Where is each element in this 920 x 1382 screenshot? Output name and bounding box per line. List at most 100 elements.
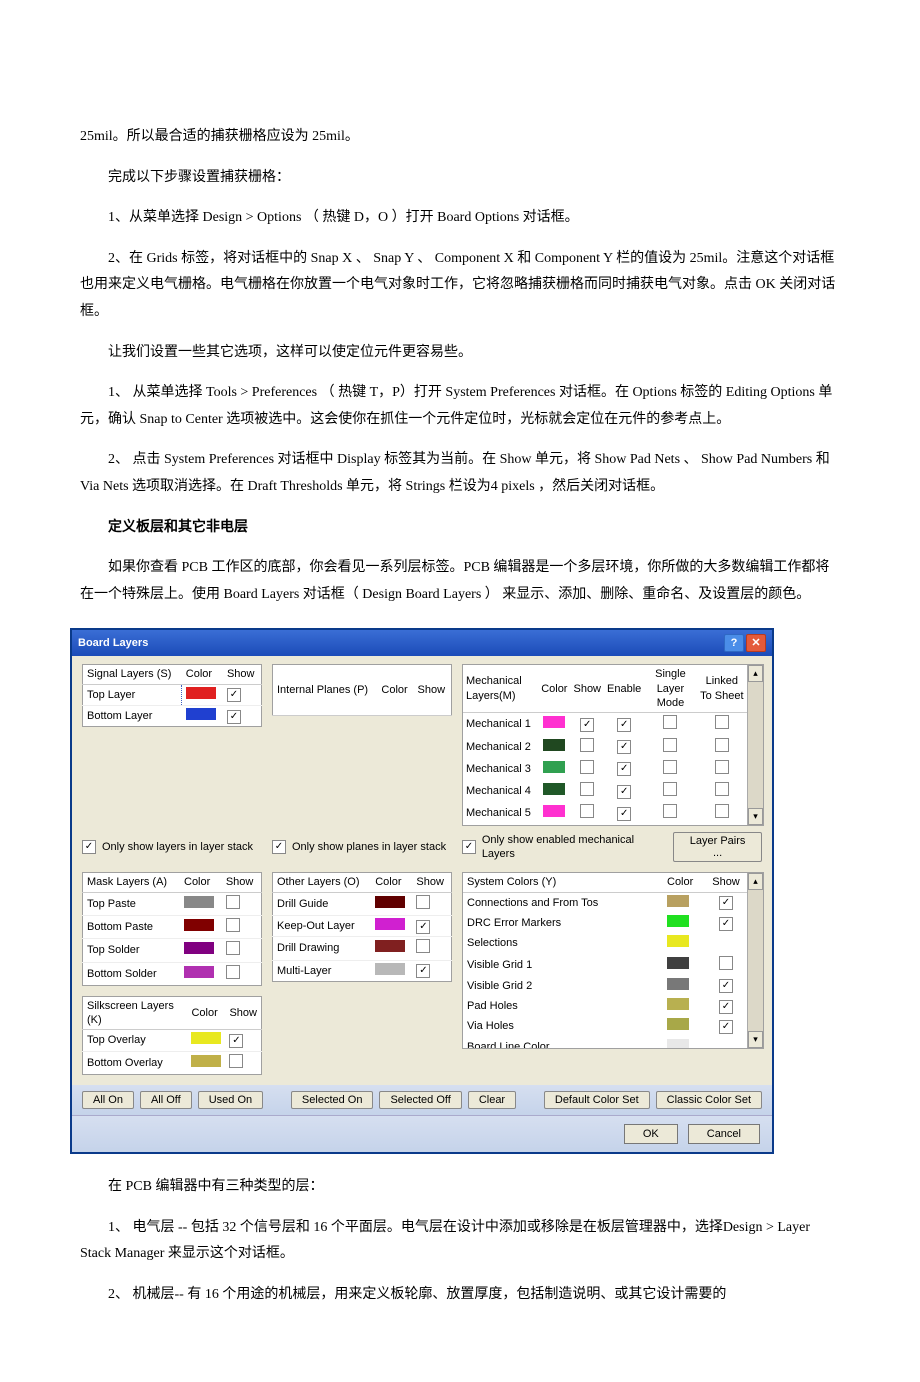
table-row: Drill Drawing xyxy=(273,937,452,960)
clear-button[interactable]: Clear xyxy=(468,1091,516,1109)
other-layers-table[interactable]: Other Layers (O)ColorShow Drill Guide Ke… xyxy=(272,872,452,981)
checkbox[interactable] xyxy=(580,782,594,796)
color-swatch[interactable] xyxy=(184,942,214,954)
classic-color-set-button[interactable]: Classic Color Set xyxy=(656,1091,762,1109)
checkbox[interactable] xyxy=(715,760,729,774)
color-swatch[interactable] xyxy=(667,1018,689,1030)
layer-pairs-button[interactable]: Layer Pairs ... xyxy=(673,832,762,862)
color-swatch[interactable] xyxy=(667,978,689,990)
all-off-button[interactable]: All Off xyxy=(140,1091,192,1109)
checkbox[interactable] xyxy=(719,956,733,970)
checkbox[interactable] xyxy=(226,941,240,955)
table-row: Bottom Paste xyxy=(83,915,262,938)
table-row: Selections xyxy=(463,933,747,953)
checkbox[interactable] xyxy=(416,964,430,978)
checkbox[interactable] xyxy=(719,1020,733,1034)
checkbox[interactable] xyxy=(462,840,476,854)
checkbox[interactable] xyxy=(82,840,96,854)
color-swatch[interactable] xyxy=(667,1039,689,1050)
scroll-up-button[interactable]: ▴ xyxy=(748,873,763,890)
color-swatch[interactable] xyxy=(375,918,405,930)
checkbox[interactable] xyxy=(580,804,594,818)
checkbox[interactable] xyxy=(719,979,733,993)
checkbox[interactable] xyxy=(227,688,241,702)
color-swatch[interactable] xyxy=(667,998,689,1010)
default-color-set-button[interactable]: Default Color Set xyxy=(544,1091,650,1109)
scrollbar[interactable]: ▴ ▾ xyxy=(747,665,763,825)
checkbox[interactable] xyxy=(715,804,729,818)
checkbox[interactable] xyxy=(719,896,733,910)
scrollbar[interactable]: ▴ ▾ xyxy=(747,873,763,1048)
all-on-button[interactable]: All On xyxy=(82,1091,134,1109)
color-swatch[interactable] xyxy=(184,896,214,908)
color-swatch[interactable] xyxy=(667,895,689,907)
checkbox[interactable] xyxy=(719,917,733,931)
color-swatch[interactable] xyxy=(667,915,689,927)
checkbox[interactable] xyxy=(229,1034,243,1048)
checkbox[interactable] xyxy=(580,718,594,732)
checkbox[interactable] xyxy=(226,965,240,979)
checkbox[interactable] xyxy=(617,807,631,821)
silkscreen-layers-table[interactable]: Silkscreen Layers (K)ColorShow Top Overl… xyxy=(82,996,262,1075)
table-row: Visible Grid 1 xyxy=(463,954,747,976)
color-swatch[interactable] xyxy=(543,739,565,751)
titlebar-help-button[interactable]: ? xyxy=(724,634,744,652)
checkbox[interactable] xyxy=(663,715,677,729)
checkbox[interactable] xyxy=(719,1000,733,1014)
internal-planes-table[interactable]: Internal Planes (P)ColorShow xyxy=(272,664,452,716)
color-swatch[interactable] xyxy=(667,935,689,947)
mask-layers-table[interactable]: Mask Layers (A)ColorShow Top Paste Botto… xyxy=(82,872,262,985)
color-swatch[interactable] xyxy=(186,687,216,699)
color-swatch[interactable] xyxy=(543,783,565,795)
checkbox[interactable] xyxy=(226,918,240,932)
table-row: Top Solder xyxy=(83,939,262,962)
dialog-titlebar[interactable]: Board Layers ? ✕ xyxy=(72,630,772,656)
checkbox[interactable] xyxy=(715,782,729,796)
color-swatch[interactable] xyxy=(375,940,405,952)
color-swatch[interactable] xyxy=(184,919,214,931)
color-swatch[interactable] xyxy=(667,957,689,969)
signal-layers-table[interactable]: Signal Layers (S)ColorShow Top Layer Bot… xyxy=(82,664,262,727)
checkbox[interactable] xyxy=(715,715,729,729)
color-swatch[interactable] xyxy=(543,761,565,773)
checkbox[interactable] xyxy=(580,738,594,752)
color-swatch[interactable] xyxy=(184,966,214,978)
checkbox[interactable] xyxy=(226,895,240,909)
used-on-button[interactable]: Used On xyxy=(198,1091,263,1109)
color-swatch[interactable] xyxy=(375,896,405,908)
system-colors-panel[interactable]: System Colors (Y)ColorShow Connections a… xyxy=(462,872,764,1049)
checkbox[interactable] xyxy=(617,785,631,799)
checkbox[interactable] xyxy=(416,939,430,953)
para-5: 让我们设置一些其它选项，这样可以使定位元件更容易些。 xyxy=(80,340,840,367)
color-swatch[interactable] xyxy=(375,963,405,975)
checkbox[interactable] xyxy=(272,840,286,854)
mechanical-layers-panel[interactable]: Mechanical Layers(M) Color Show Enable S… xyxy=(462,664,764,826)
selected-on-button[interactable]: Selected On xyxy=(291,1091,374,1109)
cancel-button[interactable]: Cancel xyxy=(688,1124,760,1144)
color-swatch[interactable] xyxy=(191,1055,221,1067)
checkbox[interactable] xyxy=(617,762,631,776)
scroll-up-button[interactable]: ▴ xyxy=(748,665,763,682)
checkbox[interactable] xyxy=(663,782,677,796)
checkbox[interactable] xyxy=(580,760,594,774)
checkbox[interactable] xyxy=(229,1054,243,1068)
color-swatch[interactable] xyxy=(191,1032,221,1044)
checkbox[interactable] xyxy=(663,760,677,774)
selected-off-button[interactable]: Selected Off xyxy=(379,1091,461,1109)
table-row: Top Overlay xyxy=(83,1030,262,1051)
titlebar-close-button[interactable]: ✕ xyxy=(746,634,766,652)
ok-button[interactable]: OK xyxy=(624,1124,678,1144)
checkbox[interactable] xyxy=(416,920,430,934)
checkbox[interactable] xyxy=(617,718,631,732)
checkbox[interactable] xyxy=(416,895,430,909)
checkbox[interactable] xyxy=(227,710,241,724)
color-swatch[interactable] xyxy=(186,708,216,720)
checkbox[interactable] xyxy=(617,740,631,754)
checkbox[interactable] xyxy=(663,804,677,818)
scroll-down-button[interactable]: ▾ xyxy=(748,808,763,825)
color-swatch[interactable] xyxy=(543,805,565,817)
checkbox[interactable] xyxy=(663,738,677,752)
color-swatch[interactable] xyxy=(543,716,565,728)
scroll-down-button[interactable]: ▾ xyxy=(748,1031,763,1048)
checkbox[interactable] xyxy=(715,738,729,752)
